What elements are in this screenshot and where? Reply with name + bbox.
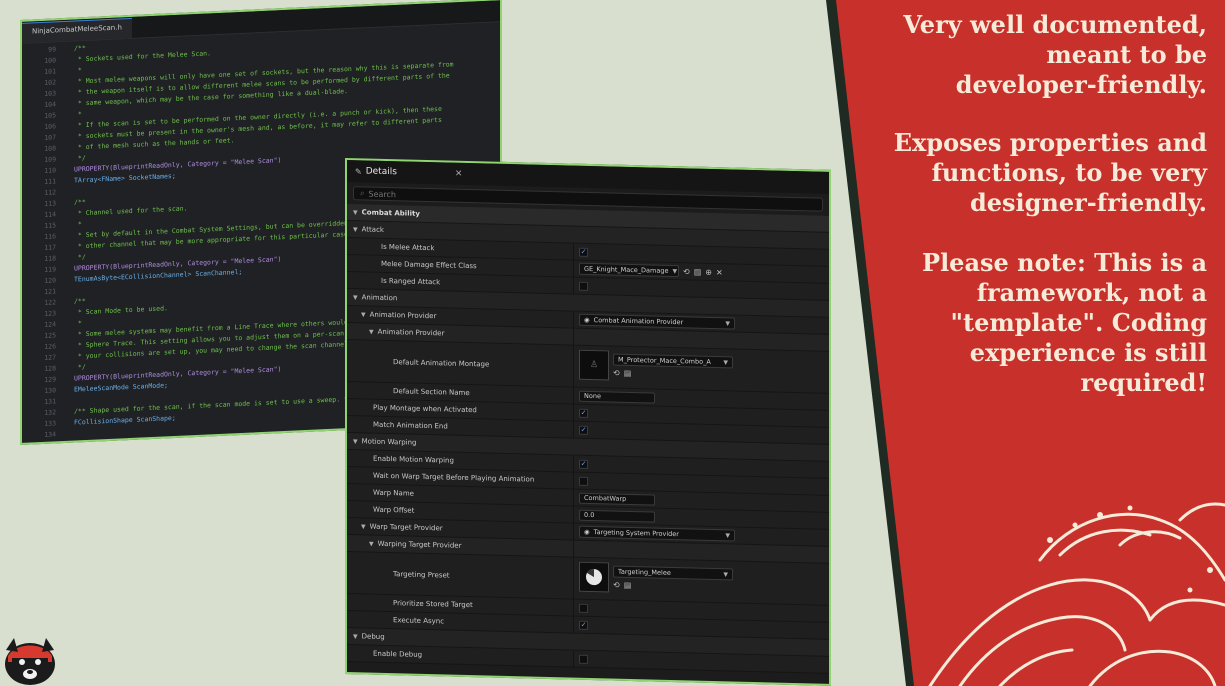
chevron-down-icon: ▼ xyxy=(353,208,358,216)
prioritize-stored-target-checkbox[interactable] xyxy=(579,603,588,613)
chevron-down-icon: ▼ xyxy=(369,328,374,336)
montage-thumbnail[interactable]: ♙ xyxy=(579,349,609,381)
is-ranged-attack-checkbox[interactable] xyxy=(579,281,588,291)
execute-async-checkbox[interactable]: ✓ xyxy=(579,620,588,630)
chevron-down-icon: ▼ xyxy=(353,632,358,640)
chevron-down-icon: ▼ xyxy=(725,319,730,327)
match-animation-end-checkbox[interactable]: ✓ xyxy=(579,425,588,435)
wait-on-warp-target-checkbox[interactable] xyxy=(579,476,588,486)
pie-icon xyxy=(586,569,602,586)
enable-motion-warping-checkbox[interactable]: ✓ xyxy=(579,459,588,469)
promo-text-documented: Very well documented, meant to be develo… xyxy=(903,10,1207,99)
use-selected-icon[interactable]: ⟲ xyxy=(683,267,690,276)
provider-icon: ◉ xyxy=(584,315,590,324)
use-selected-icon[interactable]: ⟲ xyxy=(613,581,620,590)
line-number: 135 xyxy=(22,440,56,445)
line-number-gutter: 99 100 101 102 103 104 105 106 107 108 109 110 111 11… xyxy=(22,44,62,445)
search-icon: ⌕ xyxy=(360,188,365,198)
animation-provider-dropdown[interactable]: ◉ Combat Animation Provider ▼ xyxy=(579,313,735,330)
chevron-down-icon: ▼ xyxy=(725,531,730,539)
chevron-down-icon: ▼ xyxy=(672,267,678,275)
ninja-mascot-logo xyxy=(5,638,55,685)
clear-icon[interactable]: ✕ xyxy=(716,268,723,277)
use-selected-icon[interactable]: ⟲ xyxy=(613,369,620,378)
browse-icon[interactable]: ▤ xyxy=(624,581,632,590)
targeting-preset-thumbnail[interactable] xyxy=(579,561,609,593)
play-montage-checkbox[interactable]: ✓ xyxy=(579,408,588,418)
is-melee-attack-checkbox[interactable]: ✓ xyxy=(579,247,588,257)
pencil-icon: ✎ xyxy=(355,166,362,176)
chevron-down-icon: ▼ xyxy=(353,437,358,445)
chevron-down-icon: ▼ xyxy=(723,358,728,366)
browse-icon[interactable]: ▤ xyxy=(624,369,632,378)
melee-damage-effect-dropdown[interactable]: GE_Knight_Mace_Damage ▼ xyxy=(579,262,679,278)
warp-name-input[interactable]: CombatWarp xyxy=(579,492,655,506)
chevron-down-icon: ▼ xyxy=(361,522,366,531)
animation-montage-dropdown[interactable]: M_Protector_Mace_Combo_A ▼ xyxy=(613,353,733,369)
chevron-down-icon: ▼ xyxy=(723,570,728,578)
chevron-down-icon: ▼ xyxy=(353,293,358,301)
promo-text-designer-friendly: Exposes properties and functions, to be … xyxy=(893,128,1207,217)
add-icon[interactable]: ⊕ xyxy=(705,267,712,276)
targeting-preset-dropdown[interactable]: Targeting_Melee ▼ xyxy=(613,565,733,581)
search-input[interactable] xyxy=(368,189,569,203)
enable-debug-checkbox[interactable] xyxy=(579,654,588,664)
details-title: Details xyxy=(365,166,397,178)
browse-icon[interactable]: ▤ xyxy=(694,267,702,276)
chevron-down-icon: ▼ xyxy=(353,225,358,233)
default-section-name-input[interactable]: None xyxy=(579,390,655,404)
provider-icon: ◉ xyxy=(584,527,590,536)
warp-offset-input[interactable]: 0.0 xyxy=(579,509,655,523)
chevron-down-icon: ▼ xyxy=(361,310,366,319)
chevron-down-icon: ▼ xyxy=(369,540,374,548)
details-panel: ✎ Details × ⌕ ▼ Combat Ability ▼ Attack … xyxy=(345,158,831,686)
promo-text-framework-note: Please note: This is a framework, not a … xyxy=(922,248,1207,397)
warp-target-provider-dropdown[interactable]: ◉ Targeting System Provider ▼ xyxy=(579,525,735,542)
close-icon[interactable]: × xyxy=(455,169,463,179)
